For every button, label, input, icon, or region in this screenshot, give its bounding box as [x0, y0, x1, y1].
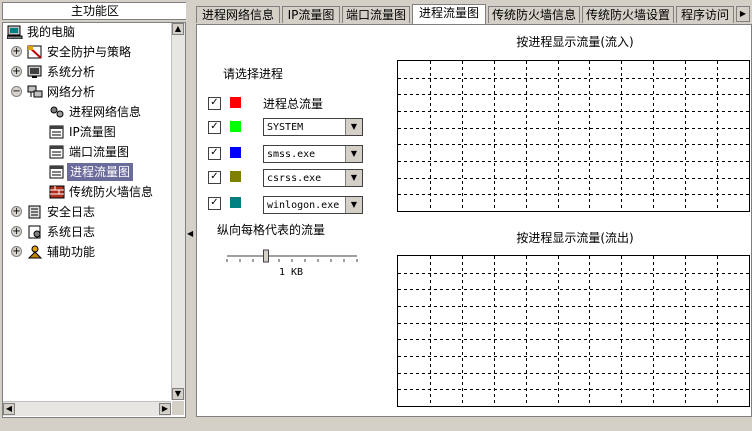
tree-vertical-scrollbar[interactable]: ▲ ▼ [171, 23, 185, 400]
scroll-down-icon[interactable]: ▼ [172, 388, 184, 400]
scroll-up-icon[interactable]: ▲ [172, 23, 184, 35]
user-tools-icon [27, 245, 43, 259]
tree-item-system-analysis[interactable]: + 系统分析 [5, 63, 170, 81]
chart-out-title: 按进程显示流量(流出) [516, 231, 634, 245]
chevron-down-icon[interactable]: ▼ [345, 197, 362, 213]
series-color-swatch [230, 197, 241, 208]
tab-bar: 进程网络信息 IP流量图 端口流量图 进程流量图 传统防火墙信息 传统防火墙设置… [196, 4, 752, 24]
process-select-value: csrss.exe [267, 173, 322, 184]
tree-item-label: 辅助功能 [47, 245, 96, 259]
tree-item-ip-traffic[interactable]: IP流量图 [5, 123, 170, 141]
tab-ip-traffic[interactable]: IP流量图 [282, 6, 340, 23]
process-checkbox[interactable]: ✓ [208, 147, 221, 160]
expand-plus-icon[interactable]: + [11, 246, 22, 257]
select-process-heading: 请选择进程 [223, 67, 284, 81]
series-color-swatch [230, 171, 241, 182]
tree-item-label: 端口流量图 [69, 145, 130, 159]
function-tree[interactable]: 我的电脑 + 安全防护与策略 + 系统分析 − 网络分析 进程网络信息 IP流量… [2, 22, 186, 418]
chevron-down-icon[interactable]: ▼ [345, 146, 362, 162]
slider-thumb[interactable] [263, 249, 269, 263]
tree-item-label: IP流量图 [69, 125, 116, 139]
tree-item-label: 进程流量图 [67, 163, 134, 181]
expand-plus-icon[interactable]: + [11, 226, 22, 237]
collapse-minus-icon[interactable]: − [11, 86, 22, 97]
scale-slider[interactable] [225, 249, 359, 263]
tab-firewall-settings[interactable]: 传统防火墙设置 [582, 6, 674, 23]
collapse-left-arrow-icon[interactable]: ◀ [187, 229, 193, 238]
system-log-icon [27, 225, 43, 239]
expand-plus-icon[interactable]: + [11, 66, 22, 77]
tree-item-tools[interactable]: + 辅助功能 [5, 243, 170, 261]
scale-value: 1 KB [279, 267, 304, 278]
tree-item-label: 我的电脑 [27, 25, 76, 39]
chart-window-icon [49, 165, 65, 179]
process-select-value: SYSTEM [267, 122, 304, 133]
process-select-value: smss.exe [267, 149, 316, 160]
chart-out [397, 255, 750, 407]
scroll-left-icon[interactable]: ◀ [3, 403, 15, 415]
firewall-brick-icon [49, 185, 65, 199]
scroll-right-icon[interactable]: ▶ [159, 403, 171, 415]
tree-item-label: 传统防火墙信息 [69, 185, 154, 199]
monitor-icon [27, 65, 43, 79]
tree-item-system-log[interactable]: + 系统日志 [5, 223, 170, 241]
panel-splitter[interactable]: ◀ [186, 0, 193, 431]
tab-firewall-info[interactable]: 传统防火墙信息 [488, 6, 580, 23]
computer-icon [6, 25, 23, 40]
chart-window-icon [49, 125, 65, 139]
process-checkbox[interactable]: ✓ [208, 121, 221, 134]
tree-item-firewall-info[interactable]: 传统防火墙信息 [5, 183, 170, 201]
tab-process-traffic[interactable]: 进程流量图 [412, 4, 486, 24]
scrollbar-corner [172, 401, 184, 415]
expand-plus-icon[interactable]: + [11, 46, 22, 57]
chart-window-icon [49, 145, 65, 159]
tree-item-my-computer[interactable]: 我的电脑 [5, 23, 170, 41]
series-color-swatch [230, 121, 241, 132]
process-select-value: winlogon.exe [267, 200, 340, 211]
process-select[interactable]: csrss.exe ▼ [263, 169, 363, 187]
tab-program-access[interactable]: 程序访问 [676, 6, 734, 23]
tree-item-label: 系统分析 [47, 65, 96, 79]
chevron-down-icon[interactable]: ▼ [345, 119, 362, 135]
series-color-swatch [230, 147, 241, 158]
chart-in [397, 60, 750, 212]
tree-item-label: 进程网络信息 [69, 105, 142, 119]
expand-plus-icon[interactable]: + [11, 206, 22, 217]
process-select[interactable]: SYSTEM ▼ [263, 118, 363, 136]
tab-port-traffic[interactable]: 端口流量图 [342, 6, 410, 23]
log-book-icon [27, 205, 43, 219]
tree-item-security-log[interactable]: + 安全日志 [5, 203, 170, 221]
tab-process-network-info[interactable]: 进程网络信息 [196, 6, 280, 23]
tree-item-process-traffic[interactable]: 进程流量图 [5, 163, 170, 181]
chart-in-grid [398, 61, 749, 211]
tree-item-label: 系统日志 [47, 225, 96, 239]
series-color-swatch [230, 97, 241, 108]
total-traffic-label: 进程总流量 [263, 97, 324, 111]
slider-track-svg [226, 249, 358, 263]
chevron-down-icon[interactable]: ▼ [345, 170, 362, 186]
tree-item-label: 网络分析 [47, 85, 96, 99]
tree-item-process-network-info[interactable]: 进程网络信息 [5, 103, 170, 121]
chart-in-title: 按进程显示流量(流入) [516, 35, 634, 49]
tab-scroll-right-icon[interactable]: ▶ [736, 6, 750, 22]
process-checkbox[interactable]: ✓ [208, 197, 221, 210]
chart-out-grid [398, 256, 749, 406]
tree-item-security-policy[interactable]: + 安全防护与策略 [5, 43, 170, 61]
process-traffic-panel: 请选择进程 ✓ 进程总流量 ✓ SYSTEM ▼ ✓ smss.exe ▼ ✓ … [196, 24, 752, 417]
tree-item-label: 安全防护与策略 [47, 45, 132, 59]
process-network-icon [49, 105, 65, 119]
process-select[interactable]: winlogon.exe ▼ [263, 196, 363, 214]
process-checkbox[interactable]: ✓ [208, 97, 221, 110]
tree-item-port-traffic[interactable]: 端口流量图 [5, 143, 170, 161]
tree-item-network-analysis[interactable]: − 网络分析 [5, 83, 170, 101]
scale-label: 纵向每格代表的流量 [217, 223, 326, 237]
tree-item-label: 安全日志 [47, 205, 96, 219]
shield-policy-icon [27, 45, 43, 59]
network-icon [27, 85, 43, 99]
process-checkbox[interactable]: ✓ [208, 171, 221, 184]
process-select[interactable]: smss.exe ▼ [263, 145, 363, 163]
panel-title: 主功能区 [2, 2, 188, 20]
tree-horizontal-scrollbar[interactable]: ◀ ▶ [3, 401, 171, 416]
